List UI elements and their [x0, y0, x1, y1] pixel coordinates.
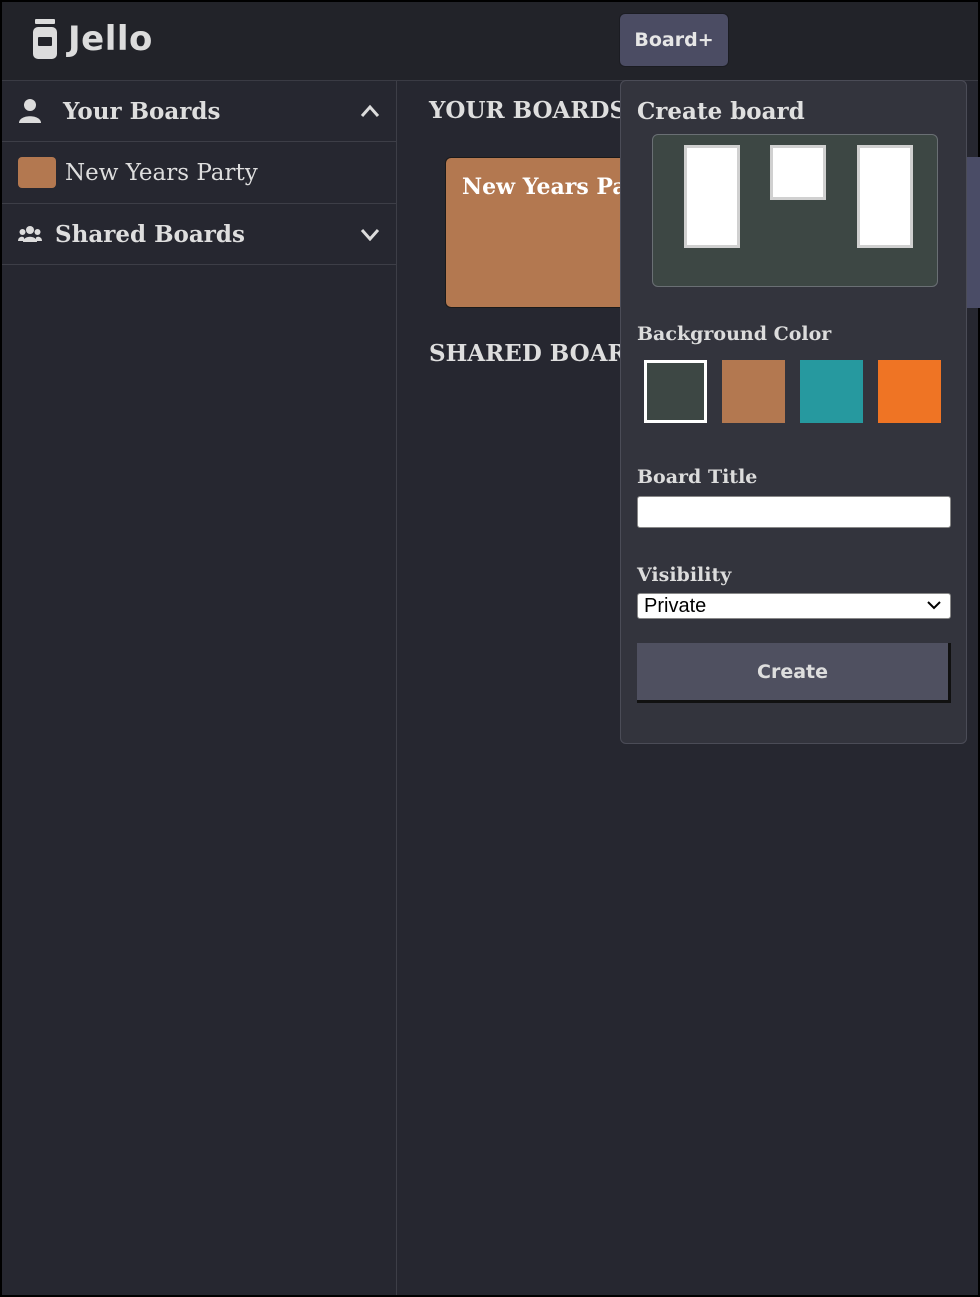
preview-list: [857, 145, 913, 248]
chevron-down-icon: [927, 601, 941, 610]
preview-list: [770, 145, 826, 200]
your-boards-heading: YOUR BOARDS: [429, 97, 627, 124]
chevron-down-icon[interactable]: [360, 227, 380, 241]
color-options: [644, 360, 941, 423]
board-title-input[interactable]: [637, 496, 951, 528]
sidebar-item-label: New Years Party: [65, 159, 258, 186]
visibility-select-value: Private: [644, 594, 707, 617]
jar-icon: [33, 19, 57, 59]
visibility-label: Visibility: [637, 564, 732, 586]
board-title-label: Board Title: [637, 466, 758, 488]
chevron-up-icon[interactable]: [360, 104, 380, 118]
visibility-select[interactable]: Private: [637, 593, 951, 619]
popover-title: Create board: [637, 98, 805, 125]
app-logo[interactable]: Jello: [32, 18, 153, 60]
top-bar: Jello Board+: [2, 2, 978, 81]
color-option-brown[interactable]: [722, 360, 785, 423]
sidebar-item-board[interactable]: New Years Party: [2, 142, 396, 204]
sidebar-your-boards-label: Your Boards: [63, 97, 221, 125]
create-button[interactable]: Create: [637, 643, 951, 703]
user-icon: [19, 99, 41, 123]
users-icon: [18, 226, 42, 242]
sidebar-shared-boards-toggle[interactable]: Shared Boards: [2, 204, 396, 265]
create-board-popover: Create board Background Color Board Titl…: [620, 80, 967, 744]
preview-list: [684, 145, 740, 248]
background-color-label: Background Color: [637, 323, 832, 345]
board-preview: [652, 134, 938, 287]
board-color-swatch: [18, 157, 56, 188]
color-option-teal[interactable]: [800, 360, 863, 423]
color-option-orange[interactable]: [878, 360, 941, 423]
sidebar-your-boards-toggle[interactable]: Your Boards: [2, 81, 396, 142]
sidebar: Your Boards New Years Party Shared Board…: [2, 81, 397, 1295]
app-name: Jello: [68, 19, 153, 59]
color-option-dark-green[interactable]: [644, 360, 707, 423]
sidebar-shared-boards-label: Shared Boards: [55, 220, 245, 248]
new-board-button[interactable]: Board+: [619, 13, 729, 67]
